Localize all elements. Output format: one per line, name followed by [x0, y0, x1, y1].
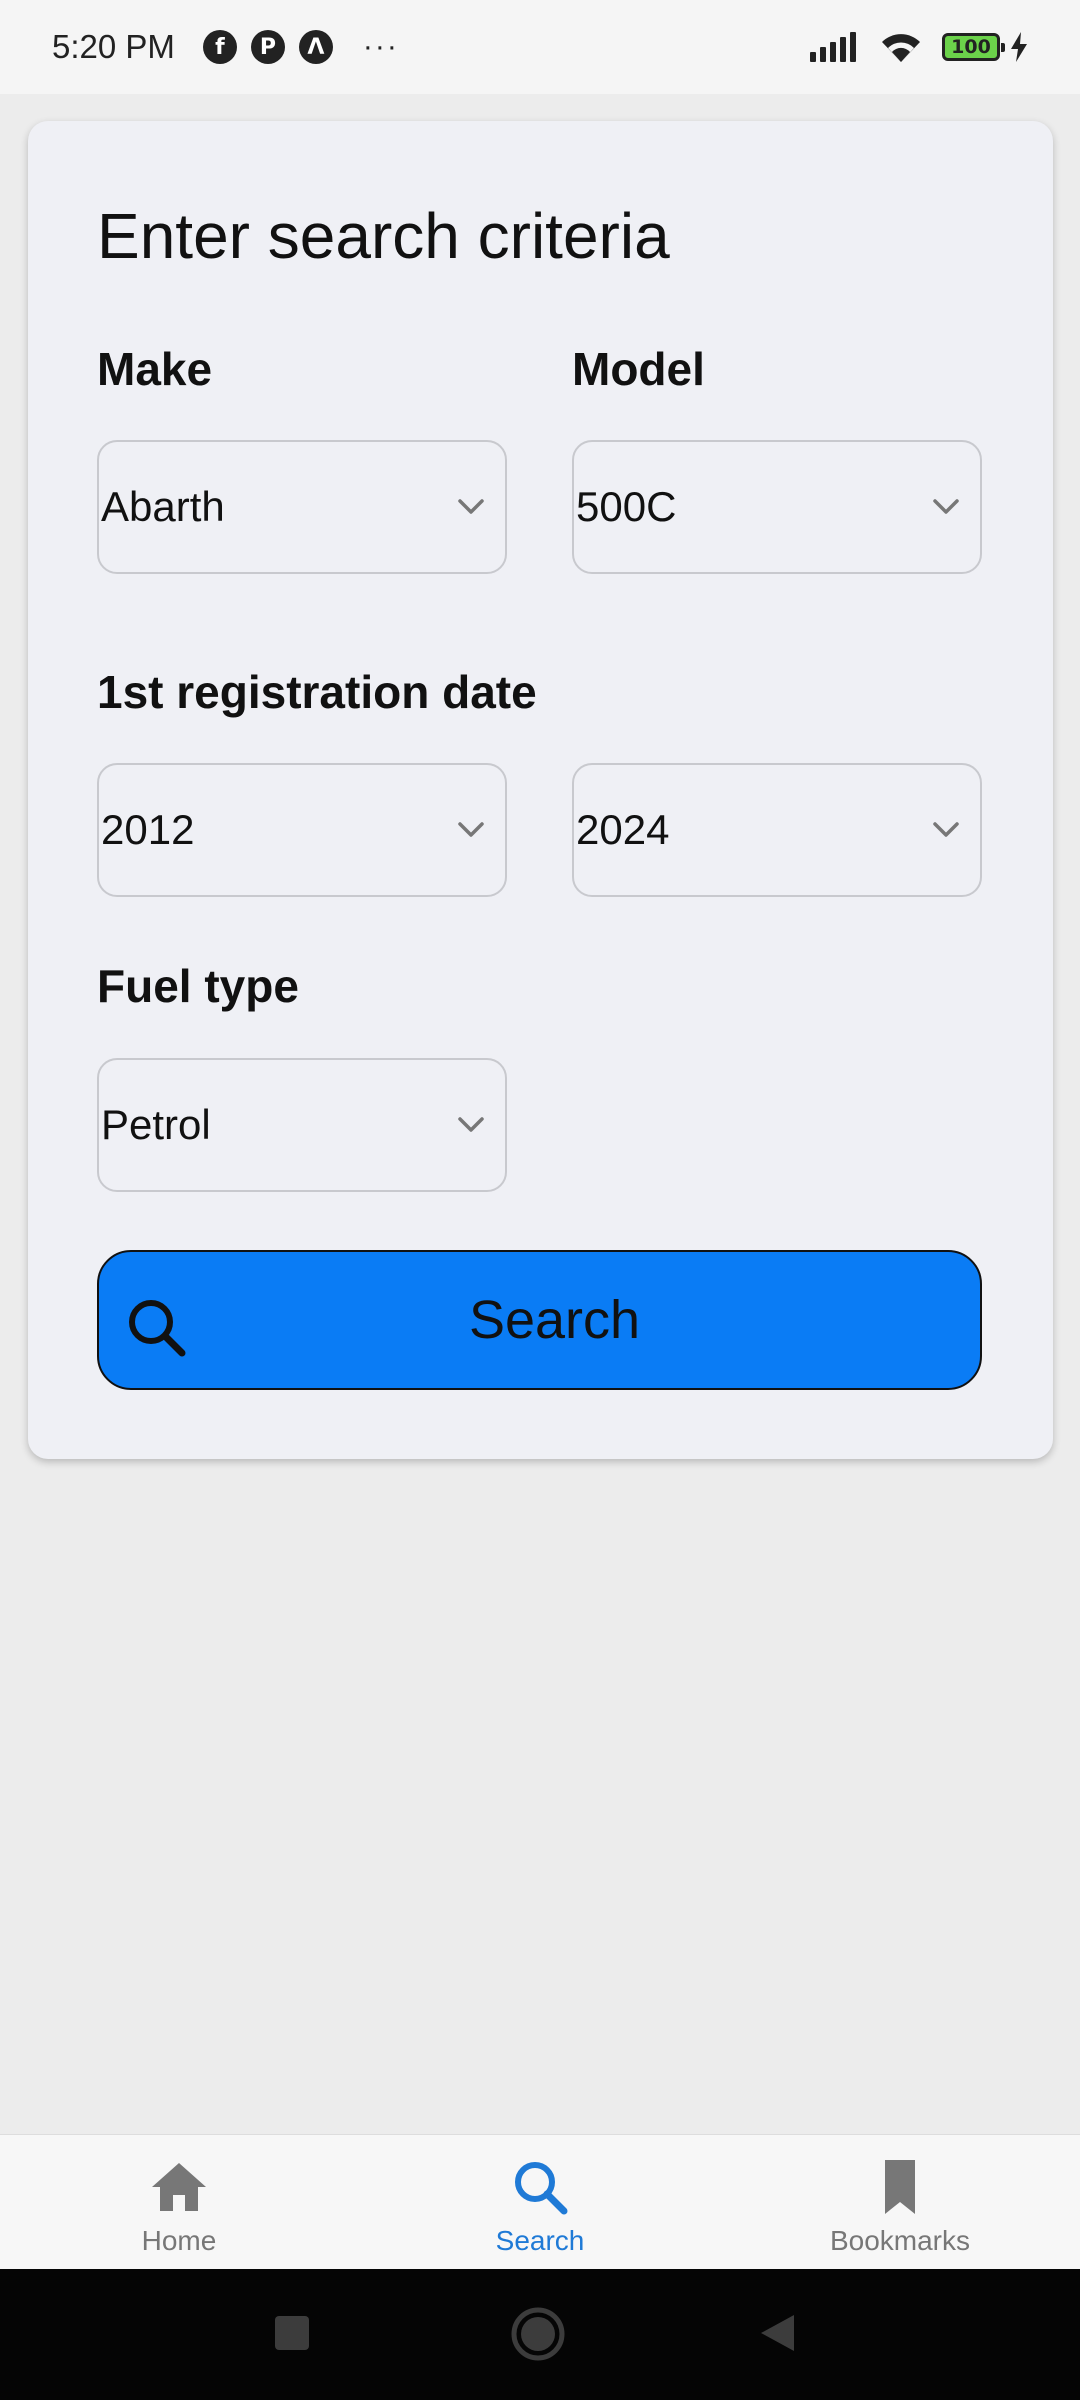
registration-date-label: 1st registration date [97, 666, 537, 718]
nav-label-search: Search [495, 2225, 585, 2256]
search-icon [510, 2157, 570, 2217]
chevron-down-icon [451, 487, 491, 527]
registration-to-select[interactable]: 2024 [572, 763, 982, 897]
nav-item-bookmarks[interactable]: Bookmarks [780, 2135, 1020, 2270]
facebook-icon: f [202, 30, 237, 64]
system-navigation-bar [0, 2269, 1080, 2400]
bookmark-icon [870, 2157, 930, 2217]
fuel-type-value: Petrol [101, 1101, 211, 1148]
more-notifications-icon: ··· [362, 30, 399, 63]
home-icon [149, 2157, 209, 2217]
nav-item-home[interactable]: Home [59, 2135, 299, 2270]
home-button-icon[interactable] [510, 2306, 566, 2367]
status-bar: 5:20 PM f P Λ ··· 100 [0, 0, 1080, 94]
model-select-value: 500C [576, 483, 677, 530]
fuel-type-label: Fuel type [97, 960, 299, 1012]
search-button-label: Search [468, 1290, 641, 1350]
nav-label-bookmarks: Bookmarks [829, 2225, 971, 2256]
status-left: 5:20 PM f P Λ ··· [52, 28, 399, 66]
wifi-icon [878, 30, 924, 64]
charging-icon [1010, 32, 1028, 62]
search-criteria-card: Enter search criteria Make Model Abarth … [28, 121, 1053, 1459]
arc-icon: Λ [298, 30, 333, 64]
registration-from-select[interactable]: 2012 [97, 763, 507, 897]
chevron-down-icon [451, 810, 491, 850]
registration-from-value: 2012 [101, 806, 195, 853]
app-icon: P [250, 30, 285, 64]
chevron-down-icon [451, 1105, 491, 1145]
nav-item-search[interactable]: Search [420, 2135, 660, 2270]
status-right: 100 [810, 30, 1028, 64]
battery-level: 100 [951, 36, 991, 58]
model-select[interactable]: 500C [572, 440, 982, 574]
page-title: Enter search criteria [97, 200, 670, 272]
chevron-down-icon [926, 487, 966, 527]
back-icon[interactable] [758, 2313, 796, 2358]
fuel-type-select[interactable]: Petrol [97, 1058, 507, 1192]
battery-icon: 100 [942, 33, 1005, 61]
make-select[interactable]: Abarth [97, 440, 507, 574]
search-button[interactable]: Search [97, 1250, 982, 1390]
make-select-value: Abarth [101, 483, 225, 530]
chevron-down-icon [926, 810, 966, 850]
make-label: Make [97, 343, 213, 395]
status-time: 5:20 PM [52, 28, 175, 65]
model-label: Model [572, 343, 705, 395]
recent-apps-icon[interactable] [273, 2314, 311, 2357]
signal-icon [810, 32, 860, 62]
nav-label-home: Home [141, 2225, 217, 2256]
bottom-navigation: Home Search Bookmarks [0, 2134, 1080, 2269]
registration-to-value: 2024 [576, 806, 670, 853]
